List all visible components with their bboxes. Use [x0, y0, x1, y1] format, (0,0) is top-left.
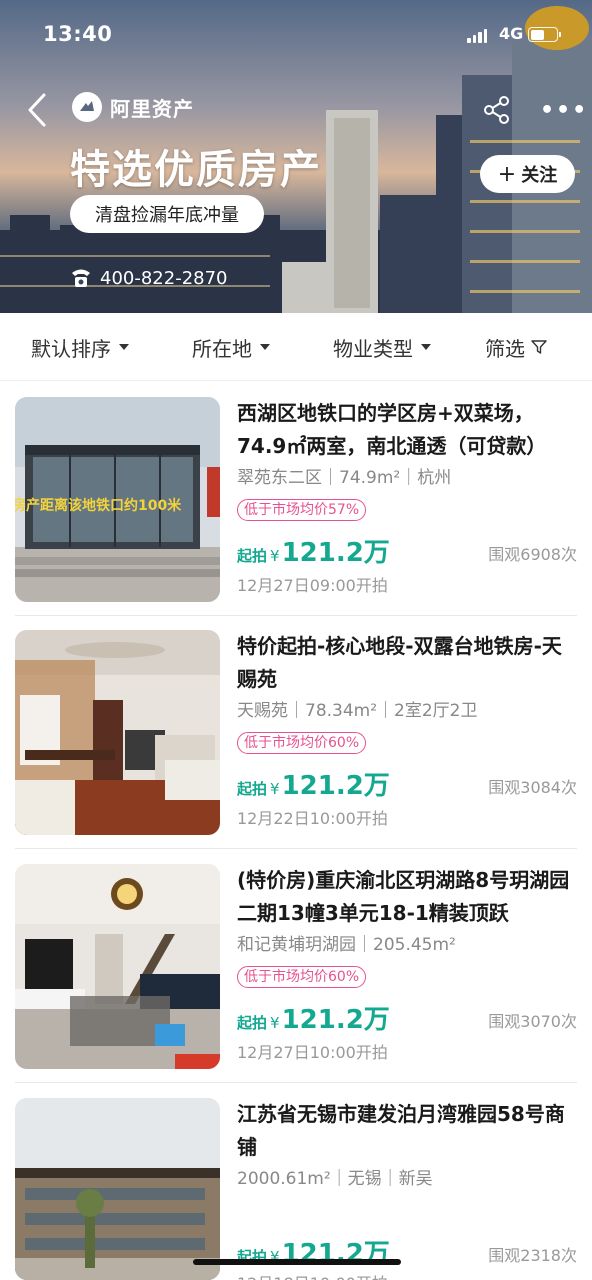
- listing-title: 西湖区地铁口的学区房+双菜场，74.9㎡两室，南北通透（可贷款）: [237, 401, 547, 458]
- network-type: 4G: [499, 24, 524, 43]
- auction-start-time: 12月27日10:00开拍: [237, 1043, 388, 1062]
- tab-location[interactable]: 所在地: [192, 313, 270, 381]
- tab-filter[interactable]: 筛选: [485, 313, 547, 381]
- listing-price: 起拍 ¥ 121.2万: [237, 532, 390, 569]
- auction-start-time: 12月22日10:00开拍: [237, 809, 388, 828]
- app-screen: 13:40 4G 阿里资产 ••• 特选优质房产 + 关注 清盘捡漏年底冲量 4…: [0, 0, 592, 1280]
- listing-image: 房产距离该地铁口约100米: [15, 397, 220, 602]
- follow-label: 关注: [521, 165, 558, 186]
- listing-card[interactable]: 特价起拍-核心地段-双露台地铁房-天赐苑 天赐苑｜78.34m²｜2室2厅2卫 …: [15, 630, 577, 864]
- discount-badge: 低于市场均价60%: [237, 732, 367, 754]
- price-value: 121.2万: [281, 538, 390, 568]
- hero-banner: 13:40 4G 阿里资产 ••• 特选优质房产 + 关注 清盘捡漏年底冲量 4…: [0, 0, 592, 313]
- battery-icon: [528, 27, 561, 42]
- price-prefix: 起拍: [237, 547, 268, 565]
- back-arrow-icon[interactable]: [24, 92, 52, 128]
- divider: [15, 848, 577, 849]
- signal-icon: [467, 27, 487, 43]
- brand-name: 阿里资产: [110, 96, 194, 121]
- status-time: 13:40: [43, 22, 113, 46]
- view-count: 围观3084次: [488, 778, 577, 797]
- listing-title: (特价房)重庆渝北区玥湖路8号玥湖园二期13幢3单元18-1精装顶跃: [237, 868, 570, 925]
- auction-start-time: 12月18日10:00开拍: [237, 1270, 388, 1280]
- listing-image: [15, 1098, 220, 1280]
- listing-meta: 和记黄埔玥湖园｜205.45m²: [237, 935, 456, 955]
- filter-icon: [531, 340, 547, 354]
- listing-meta: 天赐苑｜78.34m²｜2室2厅2卫: [237, 701, 478, 721]
- hotline-number: 400-822-2870: [100, 267, 228, 289]
- page-title: 特选优质房产: [70, 147, 322, 193]
- follow-button[interactable]: + 关注: [480, 155, 575, 193]
- divider: [15, 615, 577, 616]
- listing-meta: 2000.61m²｜无锡｜新吴: [237, 1169, 433, 1189]
- tab-label: 筛选: [485, 336, 525, 361]
- caret-down-icon: [260, 344, 270, 350]
- share-icon[interactable]: [482, 95, 512, 125]
- view-count: 围观2318次: [488, 1246, 577, 1265]
- filter-bar: 默认排序 所在地 物业类型 筛选: [0, 313, 592, 381]
- caret-down-icon: [119, 344, 129, 350]
- view-count: 围观3070次: [488, 1012, 577, 1031]
- price-currency: ¥: [270, 547, 280, 565]
- listing-price: 起拍 ¥ 121.2万: [237, 999, 390, 1036]
- home-indicator[interactable]: [193, 1259, 401, 1265]
- listing-card[interactable]: (特价房)重庆渝北区玥湖路8号玥湖园二期13幢3单元18-1精装顶跃 和记黄埔玥…: [15, 864, 577, 1098]
- divider: [15, 1082, 577, 1083]
- tab-label: 默认排序: [31, 336, 111, 361]
- discount-badge: 低于市场均价60%: [237, 966, 367, 988]
- hotline[interactable]: 400-822-2870: [70, 267, 228, 289]
- price-prefix: 起拍: [237, 1014, 268, 1032]
- more-options-icon[interactable]: •••: [540, 98, 586, 123]
- auction-start-time: 12月27日09:00开拍: [237, 576, 388, 595]
- price-currency: ¥: [270, 780, 280, 798]
- listing-image: [15, 864, 220, 1069]
- price-currency: ¥: [270, 1014, 280, 1032]
- listing-meta: 翠苑东二区｜74.9m²｜杭州: [237, 468, 452, 488]
- tab-property-type[interactable]: 物业类型: [333, 313, 431, 381]
- listing-image: [15, 630, 220, 835]
- brand-logo: 阿里资产: [72, 92, 194, 122]
- listing-card[interactable]: 江苏省无锡市建发泊月湾雅园58号商铺 2000.61m²｜无锡｜新吴 起拍 ¥ …: [15, 1098, 577, 1280]
- alibaba-asset-logo-icon: [72, 92, 102, 122]
- price-value: 121.2万: [281, 771, 390, 801]
- tab-label: 物业类型: [333, 336, 413, 361]
- view-count: 围观6908次: [488, 545, 577, 564]
- listing-title: 江苏省无锡市建发泊月湾雅园58号商铺: [237, 1102, 565, 1159]
- listing-price: 起拍 ¥ 121.2万: [237, 765, 390, 802]
- status-bar: 13:40 4G: [0, 0, 592, 70]
- image-caption: 房产距离该地铁口约100米: [15, 498, 182, 514]
- promo-subtitle-pill: 清盘捡漏年底冲量: [70, 195, 264, 233]
- price-prefix: 起拍: [237, 780, 268, 798]
- price-value: 121.2万: [281, 1005, 390, 1035]
- discount-badge: 低于市场均价57%: [237, 499, 367, 521]
- tab-default-sort[interactable]: 默认排序: [31, 313, 129, 381]
- listing-card[interactable]: 房产距离该地铁口约100米 西湖区地铁口的学区房+双菜场，74.9㎡两室，南北通…: [15, 397, 577, 631]
- caret-down-icon: [421, 344, 431, 350]
- tab-label: 所在地: [192, 336, 252, 361]
- phone-icon: [72, 269, 90, 287]
- listing-title: 特价起拍-核心地段-双露台地铁房-天赐苑: [237, 634, 562, 691]
- plus-icon: +: [497, 161, 517, 187]
